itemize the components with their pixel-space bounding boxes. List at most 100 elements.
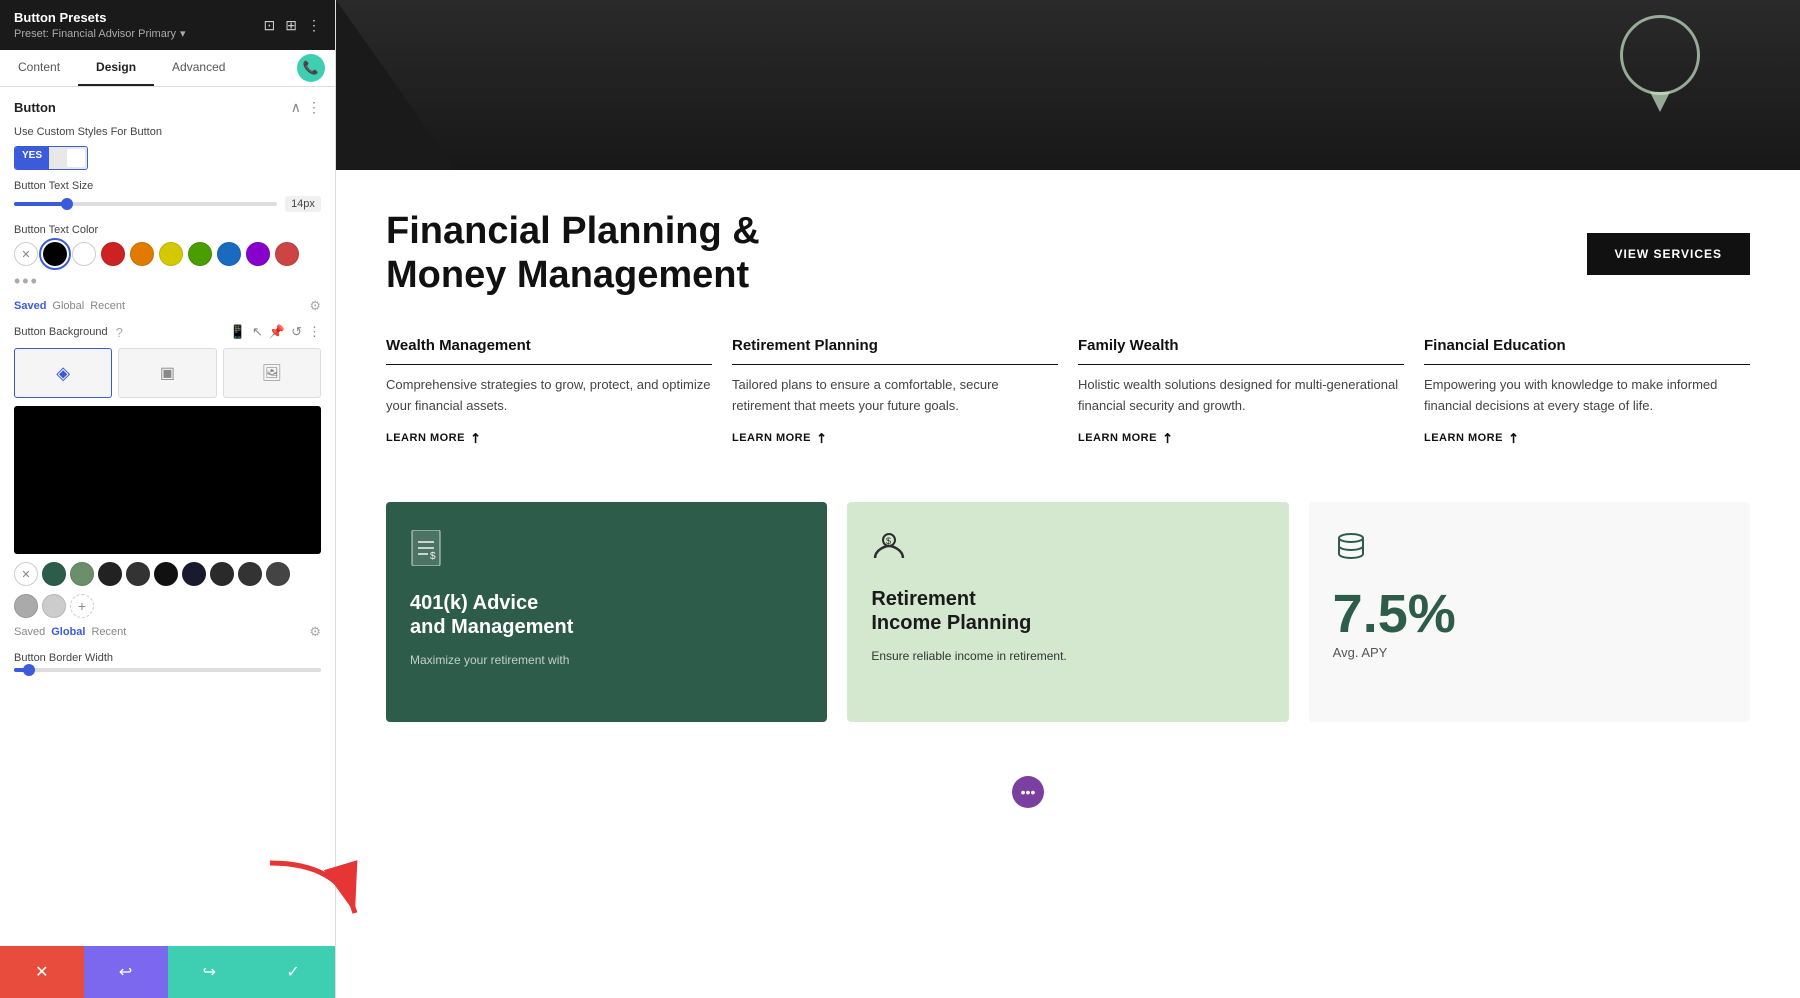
border-width-label: Button Border Width <box>14 652 321 664</box>
color-black[interactable] <box>43 242 67 266</box>
right-area: Financial Planning & Money Management VI… <box>336 0 1800 998</box>
service-desc-0: Comprehensive strategies to grow, protec… <box>386 375 712 415</box>
swatches-row3: + <box>14 594 321 618</box>
card-title-retirement: Retirement Income Planning <box>871 587 1264 635</box>
bg-gradient-option[interactable]: ▣ <box>118 348 216 398</box>
main-title: Financial Planning & Money Management <box>386 210 760 297</box>
bg-recent-label[interactable]: Recent <box>91 626 126 638</box>
dark-triangle <box>336 0 456 170</box>
panel-header: Button Presets Preset: Financial Advisor… <box>0 0 335 50</box>
toggle-box <box>49 147 87 169</box>
color-blue[interactable] <box>217 242 241 266</box>
color-purple[interactable] <box>246 242 270 266</box>
swatch-dark-green[interactable] <box>42 562 66 586</box>
eraser-swatch[interactable]: ✕ <box>14 242 38 266</box>
color-red[interactable] <box>101 242 125 266</box>
cancel-button[interactable]: ✕ <box>0 946 84 998</box>
bg-settings-icon[interactable]: ⚙ <box>309 624 321 640</box>
columns-icon[interactable]: ⊞ <box>285 17 297 34</box>
hero-overlay <box>336 0 1800 170</box>
card-apy: 7.5% Avg. APY <box>1309 502 1750 722</box>
bg-cursor-icon[interactable]: ↖ <box>252 324 263 340</box>
redo-button[interactable]: ↪ <box>168 946 252 998</box>
bg-more-icon[interactable]: ⋮ <box>308 324 321 340</box>
swatches-row2: ✕ <box>14 562 321 586</box>
swatch-navy[interactable] <box>182 562 206 586</box>
resize-icon[interactable]: ⊡ <box>264 17 276 34</box>
purple-dots-menu[interactable]: ••• <box>1012 776 1044 808</box>
collapse-icon[interactable]: ∧ <box>291 99 301 116</box>
section-more-icon[interactable]: ⋮ <box>307 99 321 116</box>
bg-help-icon[interactable]: ? <box>116 325 123 340</box>
eraser-swatch-2[interactable]: ✕ <box>14 562 38 586</box>
add-color-swatch[interactable]: + <box>70 594 94 618</box>
swatch-light-gray[interactable] <box>42 594 66 618</box>
swatch-dark3[interactable] <box>154 562 178 586</box>
services-grid: Wealth Management Comprehensive strategi… <box>386 337 1750 461</box>
recent-label[interactable]: Recent <box>90 300 125 312</box>
phone-button[interactable]: 📞 <box>297 54 325 82</box>
swatch-dark6[interactable] <box>266 562 290 586</box>
color-yellow[interactable] <box>159 242 183 266</box>
swatch-dark1[interactable] <box>98 562 122 586</box>
more-colors-dots[interactable]: ••• <box>14 271 39 292</box>
bg-image-option[interactable]: 🖼 <box>223 348 321 398</box>
color-swatches: ✕ <box>14 242 321 266</box>
service-card-wealth: Wealth Management Comprehensive strategi… <box>386 337 712 461</box>
swatch-dark5[interactable] <box>238 562 262 586</box>
slider-thumb[interactable] <box>61 198 73 210</box>
border-width-slider-row <box>14 668 321 672</box>
swatch-dark2[interactable] <box>126 562 150 586</box>
text-size-slider[interactable] <box>14 202 277 206</box>
toggle-knob <box>67 149 85 167</box>
bg-saved-label[interactable]: Saved <box>14 626 45 638</box>
top-section: Financial Planning & Money Management VI… <box>386 210 1750 297</box>
bg-section-header: Button Background ? 📱 ↖ 📌 ↺ ⋮ <box>14 324 321 340</box>
bg-mode-icons: 📱 ↖ 📌 ↺ ⋮ <box>230 324 321 340</box>
color-coral[interactable] <box>275 242 299 266</box>
swatch-gray[interactable] <box>14 594 38 618</box>
color-preview-box[interactable] <box>14 406 321 554</box>
text-color-label: Button Text Color <box>14 224 321 236</box>
color-green[interactable] <box>188 242 212 266</box>
bg-gradient-icon: ▣ <box>160 363 175 383</box>
bg-options: ◈ ▣ 🖼 <box>14 348 321 398</box>
bg-pin-icon[interactable]: 📌 <box>269 324 285 340</box>
card-icon-401k: $ <box>410 530 803 573</box>
learn-more-0[interactable]: LEARN MORE ↗ <box>386 430 712 446</box>
border-slider-thumb[interactable] <box>23 664 35 676</box>
panel-preset[interactable]: Preset: Financial Advisor Primary ▾ <box>14 27 186 40</box>
bg-mobile-icon[interactable]: 📱 <box>230 324 246 340</box>
learn-more-1[interactable]: LEARN MORE ↗ <box>732 430 1058 446</box>
learn-more-3[interactable]: LEARN MORE ↗ <box>1424 430 1750 446</box>
learn-more-2[interactable]: LEARN MORE ↗ <box>1078 430 1404 446</box>
view-services-button[interactable]: VIEW SERVICES <box>1587 233 1750 275</box>
global-label[interactable]: Global <box>52 300 84 312</box>
service-desc-2: Holistic wealth solutions designed for m… <box>1078 375 1404 415</box>
tab-advanced[interactable]: Advanced <box>154 50 243 86</box>
bg-solid-option[interactable]: ◈ <box>14 348 112 398</box>
dots-icon: ••• <box>1021 784 1036 800</box>
section-header-icons: ∧ ⋮ <box>291 99 321 116</box>
card-retirement-income: $ Retirement Income Planning Ensure reli… <box>847 502 1288 722</box>
tab-content[interactable]: Content <box>0 50 78 86</box>
bg-reset-icon[interactable]: ↺ <box>291 324 302 340</box>
tab-design[interactable]: Design <box>78 50 154 86</box>
color-orange[interactable] <box>130 242 154 266</box>
learn-more-arrow-1: ↗ <box>812 428 831 447</box>
confirm-button[interactable]: ✓ <box>251 946 335 998</box>
bg-global-label[interactable]: Global <box>51 626 85 638</box>
custom-styles-toggle-row: YES <box>14 146 321 170</box>
more-options-icon[interactable]: ⋮ <box>307 17 321 34</box>
undo-button[interactable]: ↩ <box>84 946 168 998</box>
yes-no-toggle[interactable]: YES <box>14 146 88 170</box>
main-content: Financial Planning & Money Management VI… <box>336 170 1800 998</box>
color-settings-icon[interactable]: ⚙ <box>309 298 321 314</box>
saved-label[interactable]: Saved <box>14 300 46 312</box>
color-white[interactable] <box>72 242 96 266</box>
swatch-dark4[interactable] <box>210 562 234 586</box>
swatch-medium-green[interactable] <box>70 562 94 586</box>
border-width-slider[interactable] <box>14 668 321 672</box>
service-title-0: Wealth Management <box>386 337 712 365</box>
button-section-header: Button ∧ ⋮ <box>14 99 321 116</box>
